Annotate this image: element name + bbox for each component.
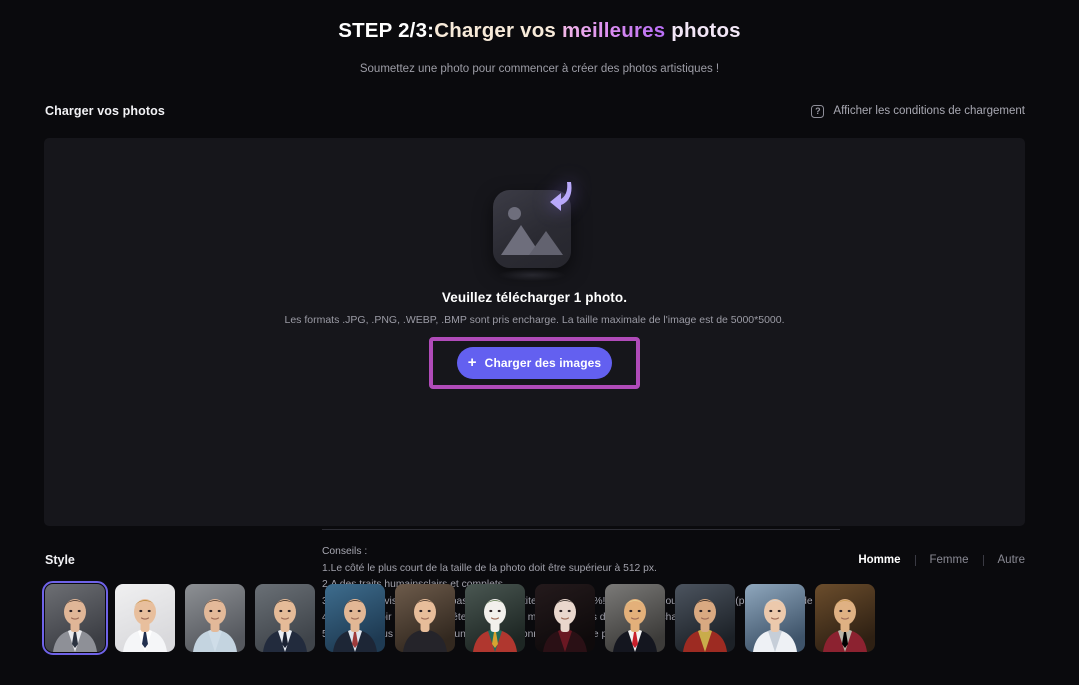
style-man-light-blue-shirt[interactable]	[185, 584, 245, 652]
page-title: STEP 2/3:Charger vos meilleures photos	[0, 17, 1079, 45]
question-mark-icon: ?	[811, 104, 825, 118]
style-man-navy-suit[interactable]	[255, 584, 315, 652]
upload-section-header: Charger vos photos ? Afficher les condit…	[45, 101, 1025, 121]
gender-tabs: Homme Femme Autre	[844, 554, 1025, 566]
upload-section-title: Charger vos photos	[45, 104, 165, 118]
style-joker-clown[interactable]	[465, 584, 525, 652]
upload-images-button-label: Charger des images	[484, 356, 602, 370]
page-subtitle: Soumettez une photo pour commencer à cré…	[359, 63, 720, 75]
image-sun-shape	[507, 207, 521, 220]
thumbnail-image	[535, 584, 595, 652]
thumbnail-image	[395, 584, 455, 652]
page-title-part-c: photos	[665, 19, 741, 42]
image-upload-icon	[475, 170, 595, 282]
page-title-part-a: Charger vos	[434, 19, 562, 42]
thumbnail-image	[45, 584, 105, 652]
page-header: STEP 2/3:Charger vos meilleures photos S…	[0, 0, 1079, 77]
style-section-header: Style Homme Femme Autre	[45, 551, 1025, 569]
download-arrow-icon	[549, 182, 572, 211]
show-upload-conditions-label: Afficher les conditions de chargement	[833, 105, 1025, 117]
thumbnail-image	[745, 584, 805, 652]
thumbnail-image	[815, 584, 875, 652]
thumbnail-image	[255, 584, 315, 652]
image-mountain-shape	[500, 225, 563, 255]
page-title-highlight: meilleures	[561, 19, 666, 42]
thumbnail-image	[465, 584, 525, 652]
plus-icon: +	[467, 354, 477, 371]
style-young-man-grey-suit[interactable]	[42, 581, 108, 655]
gender-tab-homme[interactable]: Homme	[844, 554, 914, 566]
page-title-step: STEP 2/3:	[338, 19, 435, 42]
thumbnail-image	[185, 584, 245, 652]
thumbnail-image	[675, 584, 735, 652]
gender-tab-femme[interactable]: Femme	[916, 554, 983, 566]
thumbnail-image	[325, 584, 385, 652]
style-section-title: Style	[45, 553, 75, 567]
style-businessman-white-shirt[interactable]	[115, 584, 175, 652]
upload-panel-content: Veuillez télécharger 1 photo. Les format…	[44, 138, 1025, 389]
thumbnail-image	[605, 584, 665, 652]
icon-reflection	[498, 269, 565, 281]
style-politician-red-tie[interactable]	[605, 584, 665, 652]
style-thumbnail-row	[42, 581, 875, 655]
upload-images-button[interactable]: + Charger des images	[457, 347, 612, 379]
style-student-blue-backdrop[interactable]	[325, 584, 385, 652]
style-astronaut-white-suit[interactable]	[745, 584, 805, 652]
upload-headline: Veuillez télécharger 1 photo.	[441, 290, 628, 305]
upload-photos-page: STEP 2/3:Charger vos meilleures photos S…	[0, 0, 1079, 685]
style-vampire-dark[interactable]	[535, 584, 595, 652]
upload-formats-note: Les formats .JPG, .PNG, .WEBP, .BMP sont…	[284, 314, 785, 326]
style-man-black-tank-top[interactable]	[395, 584, 455, 652]
upload-button-highlight: + Charger des images	[429, 337, 640, 389]
thumbnail-image	[115, 584, 175, 652]
show-upload-conditions-link[interactable]: ? Afficher les conditions de chargement	[811, 104, 1025, 118]
style-iron-man-armor[interactable]	[675, 584, 735, 652]
style-medieval-king[interactable]	[815, 584, 875, 652]
gender-tab-autre[interactable]: Autre	[984, 554, 1026, 566]
upload-dropzone-panel[interactable]: Veuillez télécharger 1 photo. Les format…	[44, 138, 1025, 640]
tips-divider	[322, 529, 840, 530]
